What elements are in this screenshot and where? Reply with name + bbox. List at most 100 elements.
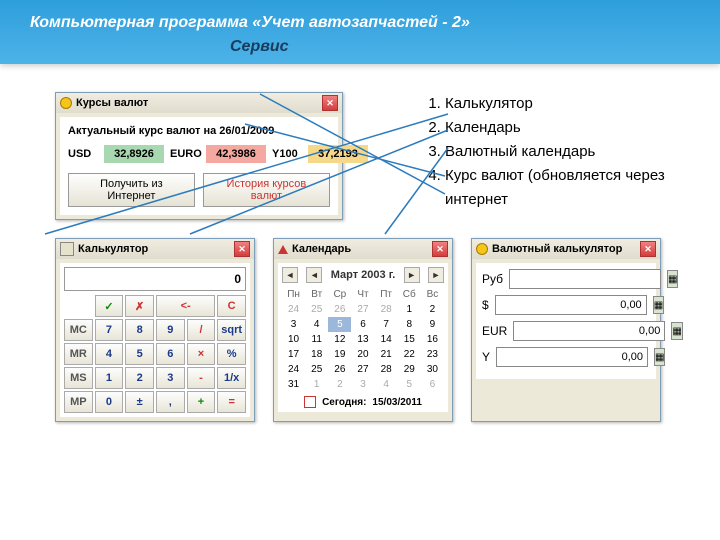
currency-calculator-window: Валютный калькулятор ✕ Руб▦$▦EUR▦Y▦ <box>471 238 661 422</box>
key-5[interactable]: 5 <box>125 343 154 365</box>
calendar-day[interactable]: 19 <box>328 347 351 362</box>
currency-input[interactable] <box>509 269 661 289</box>
calc-icon-button[interactable]: ▦ <box>654 348 665 366</box>
currency-input[interactable] <box>495 295 647 315</box>
calendar-day[interactable]: 2 <box>328 377 351 392</box>
key-clear[interactable]: C <box>217 295 246 317</box>
calendar-day[interactable]: 22 <box>398 347 421 362</box>
calendar-day[interactable]: 24 <box>282 302 305 317</box>
key-plusminus[interactable]: ± <box>125 391 154 413</box>
key-0[interactable]: 0 <box>95 391 124 413</box>
calendar-day[interactable]: 5 <box>328 317 351 332</box>
calendar-day[interactable]: 3 <box>351 377 374 392</box>
calendar-day[interactable]: 16 <box>421 332 444 347</box>
calendar-day[interactable]: 28 <box>375 302 398 317</box>
calendar-day[interactable]: 26 <box>328 302 351 317</box>
calendar-day[interactable]: 13 <box>351 332 374 347</box>
rates-date-line: Актуальный курс валют на 26/01/2009 <box>68 125 330 137</box>
calendar-day[interactable]: 7 <box>375 317 398 332</box>
calendar-day[interactable]: 30 <box>421 362 444 377</box>
key-1[interactable]: 1 <box>95 367 124 389</box>
key-2[interactable]: 2 <box>125 367 154 389</box>
calendar-day[interactable]: 8 <box>398 317 421 332</box>
close-icon[interactable]: ✕ <box>234 241 250 257</box>
calendar-day[interactable]: 6 <box>421 377 444 392</box>
next-month-button2[interactable]: ► <box>428 267 444 283</box>
calendar-day[interactable]: 14 <box>375 332 398 347</box>
calendar-day[interactable]: 4 <box>305 317 328 332</box>
calendar-day[interactable]: 28 <box>375 362 398 377</box>
key-9[interactable]: 9 <box>156 319 185 341</box>
key-7[interactable]: 7 <box>95 319 124 341</box>
calendar-day[interactable]: 12 <box>328 332 351 347</box>
key-mplus[interactable]: MP <box>64 391 93 413</box>
key-check[interactable]: ✓ <box>95 295 124 317</box>
calendar-day[interactable]: 15 <box>398 332 421 347</box>
calendar-day[interactable]: 23 <box>421 347 444 362</box>
calendar-day[interactable]: 29 <box>398 362 421 377</box>
key-inverse[interactable]: 1/x <box>217 367 246 389</box>
key-multiply[interactable]: × <box>187 343 216 365</box>
key-equals[interactable]: = <box>217 391 246 413</box>
feature-item: Календарь <box>445 116 700 140</box>
close-icon[interactable]: ✕ <box>322 95 338 111</box>
calendar-day[interactable]: 20 <box>351 347 374 362</box>
usd-value: 32,8926 <box>104 145 164 163</box>
key-8[interactable]: 8 <box>125 319 154 341</box>
calendar-day[interactable]: 24 <box>282 362 305 377</box>
calendar-day[interactable]: 26 <box>328 362 351 377</box>
currency-label: Y <box>482 350 490 364</box>
key-minus[interactable]: - <box>187 367 216 389</box>
key-6[interactable]: 6 <box>156 343 185 365</box>
key-percent[interactable]: % <box>217 343 246 365</box>
currency-calc-body: Руб▦$▦EUR▦Y▦ <box>476 263 656 379</box>
key-mr[interactable]: MR <box>64 343 93 365</box>
calendar-day[interactable]: 2 <box>421 302 444 317</box>
calc-icon-button[interactable]: ▦ <box>667 270 678 288</box>
calendar-day[interactable]: 31 <box>282 377 305 392</box>
calendar-day[interactable]: 18 <box>305 347 328 362</box>
key-x[interactable]: ✗ <box>125 295 154 317</box>
currency-input[interactable] <box>513 321 665 341</box>
calendar-day[interactable]: 6 <box>351 317 374 332</box>
next-month-button[interactable]: ► <box>404 267 420 283</box>
key-ms[interactable]: MS <box>64 367 93 389</box>
prev-month-button2[interactable]: ◄ <box>306 267 322 283</box>
close-icon[interactable]: ✕ <box>432 241 448 257</box>
calendar-day[interactable]: 3 <box>282 317 305 332</box>
key-divide[interactable]: / <box>187 319 216 341</box>
calendar-day[interactable]: 5 <box>398 377 421 392</box>
euro-label: EURO <box>170 148 200 160</box>
calendar-day[interactable]: 21 <box>375 347 398 362</box>
prev-month-button[interactable]: ◄ <box>282 267 298 283</box>
key-sqrt[interactable]: sqrt <box>217 319 246 341</box>
close-icon[interactable]: ✕ <box>640 241 656 257</box>
weekday-header: Вт <box>305 287 328 302</box>
currency-input[interactable] <box>496 347 648 367</box>
key-4[interactable]: 4 <box>95 343 124 365</box>
calendar-day[interactable]: 17 <box>282 347 305 362</box>
key-backspace[interactable]: <- <box>156 295 215 317</box>
calc-icon-button[interactable]: ▦ <box>653 296 664 314</box>
calendar-day[interactable]: 11 <box>305 332 328 347</box>
calendar-day[interactable]: 10 <box>282 332 305 347</box>
calendar-day[interactable]: 27 <box>351 362 374 377</box>
key-3[interactable]: 3 <box>156 367 185 389</box>
key-mc[interactable]: MC <box>64 319 93 341</box>
calendar-day[interactable]: 1 <box>305 377 328 392</box>
calendar-day[interactable]: 27 <box>351 302 374 317</box>
calendar-day[interactable]: 25 <box>305 302 328 317</box>
rates-body: Актуальный курс валют на 26/01/2009 USD … <box>60 117 338 215</box>
rate-history-button[interactable]: История курсов валют <box>203 173 330 207</box>
calendar-day[interactable]: 25 <box>305 362 328 377</box>
calendar-day[interactable]: 9 <box>421 317 444 332</box>
calc-icon-button[interactable]: ▦ <box>671 322 682 340</box>
key-plus[interactable]: + <box>187 391 216 413</box>
currency-row: EUR▦ <box>482 321 650 341</box>
calendar-day[interactable]: 4 <box>375 377 398 392</box>
get-from-internet-button[interactable]: Получить из Интернет <box>68 173 195 207</box>
key-comma[interactable]: , <box>156 391 185 413</box>
calendar-day[interactable]: 1 <box>398 302 421 317</box>
weekday-header: Чт <box>351 287 374 302</box>
calendar-icon <box>278 245 288 254</box>
